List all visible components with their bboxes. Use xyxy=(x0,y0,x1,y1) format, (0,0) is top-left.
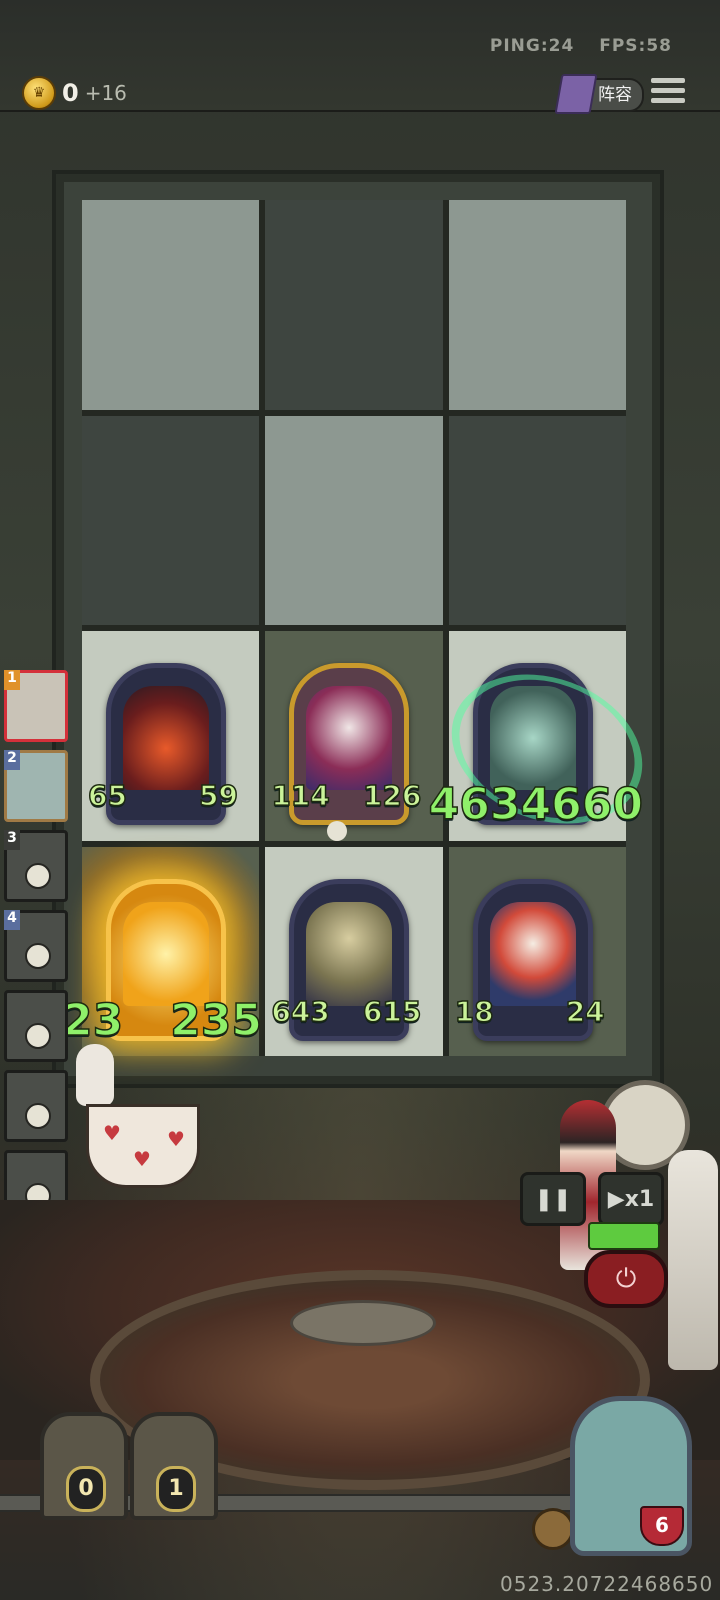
unit-stats: 114 126 xyxy=(271,778,423,813)
exit-button[interactable]: ⏻ xyxy=(584,1250,668,1308)
gold-amount: 0 xyxy=(62,79,79,107)
board-grid: 65 59 114 126 46346 60 23 235 643 615 18… xyxy=(61,200,663,1056)
unit-stats: 23 235 xyxy=(61,994,263,1047)
pause-button[interactable]: ❚❚ xyxy=(520,1172,586,1226)
heart-icon: ♥ xyxy=(103,1121,121,1145)
board-slot[interactable]: 46346 60 xyxy=(428,631,663,850)
player-rank: 1 xyxy=(4,670,20,690)
unit-attack: 23 xyxy=(61,994,124,1047)
unit-health: 59 xyxy=(198,778,238,813)
fps-readout: FPS:58 xyxy=(599,36,672,56)
network-status: PING:24 FPS:58 xyxy=(472,36,672,56)
unit-attack: 114 xyxy=(271,778,331,813)
chest-count: 1 xyxy=(156,1466,196,1512)
skull-icon xyxy=(327,821,348,841)
board-slot[interactable]: 65 59 xyxy=(82,631,260,841)
unit-health: 235 xyxy=(169,994,262,1047)
player-rank: 4 xyxy=(4,910,20,930)
board-slot[interactable] xyxy=(448,415,626,625)
unit-stats: 643 615 xyxy=(271,994,423,1029)
board-slot[interactable]: 23 235 xyxy=(61,846,263,1056)
lineup-button[interactable]: 阵容 xyxy=(554,74,644,114)
board-slot[interactable] xyxy=(448,200,626,410)
robot-art xyxy=(306,901,393,1006)
menu-button[interactable] xyxy=(651,78,685,108)
bunny-figure xyxy=(76,1044,114,1106)
clown-art xyxy=(489,901,576,1006)
dragon-art xyxy=(123,686,209,790)
top-bar: PING:24 FPS:58 ♛ 0 +16 阵容 xyxy=(0,0,720,114)
shield-icon[interactable] xyxy=(532,1508,574,1550)
unit-stats: 46346 60 xyxy=(428,778,644,831)
player-slot[interactable] xyxy=(4,1070,68,1142)
pause-icon: ❚❚ xyxy=(534,1186,572,1212)
speed-label: ▶x1 xyxy=(607,1186,655,1212)
battery-icon xyxy=(588,1222,660,1250)
player-rank: 3 xyxy=(4,830,20,850)
board-slot[interactable] xyxy=(265,415,443,625)
player-slot[interactable] xyxy=(4,990,68,1062)
board-slot[interactable] xyxy=(265,200,443,410)
unit-attack: 65 xyxy=(87,778,127,813)
heart-icon: ♥ xyxy=(133,1147,151,1171)
unit-health: 60 xyxy=(581,778,644,831)
unit-attack: 643 xyxy=(271,994,331,1029)
speed-button[interactable]: ▶x1 xyxy=(598,1172,664,1226)
player-health: 6 xyxy=(640,1506,684,1546)
gold-income: +16 xyxy=(84,81,127,105)
lineup-label: 阵容 xyxy=(598,85,632,105)
ping-readout: PING:24 xyxy=(489,36,575,56)
unit-health: 126 xyxy=(362,778,422,813)
unit-stats: 18 24 xyxy=(454,994,605,1029)
unit-attack: 18 xyxy=(454,994,494,1029)
unit-attack: 46346 xyxy=(428,778,583,831)
player-slot[interactable]: 3 xyxy=(4,830,68,902)
chest-right[interactable]: 1 xyxy=(130,1412,218,1520)
chess-piece xyxy=(668,1150,718,1370)
heart-icon: ♥ xyxy=(167,1127,185,1151)
book-icon xyxy=(554,74,598,114)
teacup: ♥ ♥ ♥ xyxy=(86,1104,200,1188)
player-slot[interactable]: 2 xyxy=(4,750,68,822)
skull-icon xyxy=(25,1103,51,1129)
skull-icon xyxy=(25,1023,51,1049)
wheel-hub xyxy=(290,1300,436,1346)
skull-icon xyxy=(25,863,51,889)
unit-health: 615 xyxy=(362,994,422,1029)
crown-coin-icon: ♛ xyxy=(22,76,56,110)
skull-icon xyxy=(25,943,51,969)
power-icon: ⏻ xyxy=(615,1263,637,1294)
player-rank: 2 xyxy=(4,750,20,770)
board-slot[interactable]: 114 126 xyxy=(265,631,443,841)
menu-icon xyxy=(651,78,685,83)
jester-art xyxy=(306,686,393,790)
board-slot[interactable]: 643 615 xyxy=(265,846,443,1056)
player-slot[interactable]: 1 xyxy=(4,670,68,742)
chest-count: 0 xyxy=(66,1466,106,1512)
board-slot[interactable] xyxy=(82,200,260,410)
player-slot[interactable]: 4 xyxy=(4,910,68,982)
golden-art xyxy=(123,901,209,1006)
board-slot[interactable]: 18 24 xyxy=(448,846,626,1056)
unit-stats: 65 59 xyxy=(87,778,238,813)
build-id: 0523.20722468650 xyxy=(500,1572,714,1596)
board-slot[interactable] xyxy=(82,415,260,625)
unit-health: 24 xyxy=(565,994,605,1029)
chest-left[interactable]: 0 xyxy=(40,1412,128,1520)
gold-counter: ♛ 0 +16 xyxy=(22,76,127,110)
